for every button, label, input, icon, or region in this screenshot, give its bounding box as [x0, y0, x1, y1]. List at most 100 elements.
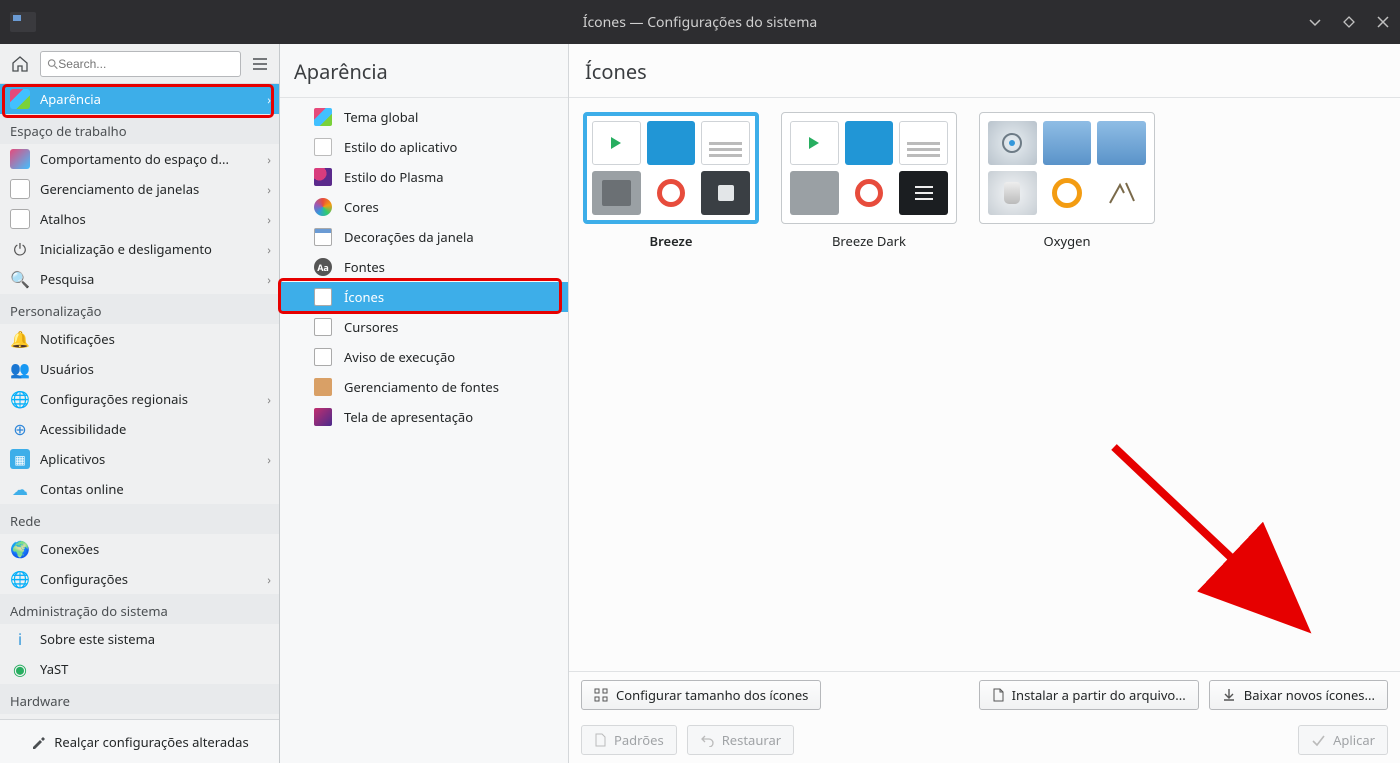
- sidebar-item-icon: 🌐: [10, 569, 30, 589]
- theme-preview-icon: [899, 121, 948, 165]
- chevron-right-icon: ›: [267, 571, 271, 588]
- defaults-button[interactable]: Padrões: [581, 725, 677, 755]
- chevron-right-icon: ›: [267, 91, 271, 108]
- sidebar-item[interactable]: Aparência›: [0, 84, 279, 114]
- sidebar-item-label: Pesquisa: [40, 270, 94, 288]
- sidebar-scroll[interactable]: Aparência›Espaço de trabalhoComportament…: [0, 84, 279, 719]
- chevron-right-icon: ›: [267, 211, 271, 228]
- chevron-right-icon: ›: [267, 181, 271, 198]
- check-icon: [1311, 733, 1325, 747]
- icon-theme-name: Breeze: [650, 232, 693, 250]
- sub-sidebar-item[interactable]: Ícones: [280, 282, 568, 312]
- sub-sidebar-item-icon: [314, 288, 332, 306]
- sidebar-item-icon: ◉: [10, 659, 30, 679]
- sidebar-item[interactable]: 🔍Pesquisa›: [0, 264, 279, 294]
- highlight-changes-row[interactable]: Realçar configurações alteradas: [0, 719, 279, 763]
- sidebar-item[interactable]: ℹSobre este sistema: [0, 624, 279, 654]
- icon-theme-card[interactable]: Breeze: [583, 112, 759, 250]
- theme-preview-icon: [647, 171, 696, 215]
- sidebar-item-icon: [10, 89, 30, 109]
- sub-sidebar-item-label: Cursores: [344, 318, 398, 336]
- sidebar-item-icon: 🔔: [10, 329, 30, 349]
- menu-button[interactable]: [247, 51, 273, 77]
- sub-sidebar-item-label: Gerenciamento de fontes: [344, 378, 499, 396]
- minimize-button[interactable]: [1306, 13, 1324, 31]
- sidebar-item[interactable]: 🌐 Configurações ›: [0, 564, 279, 594]
- search-input[interactable]: [58, 57, 234, 71]
- theme-preview-icon: [592, 171, 641, 215]
- category-header: Espaço de trabalho: [0, 114, 279, 144]
- sidebar-item[interactable]: ▦Aplicativos›: [0, 444, 279, 474]
- icon-theme-card[interactable]: Breeze Dark: [781, 112, 957, 250]
- secondary-sidebar-items: Tema globalEstilo do aplicativoEstilo do…: [280, 98, 568, 432]
- sidebar-item[interactable]: Gerenciamento de janelas ›: [0, 174, 279, 204]
- sub-sidebar-item[interactable]: AaFontes: [280, 252, 568, 282]
- close-button[interactable]: [1374, 13, 1392, 31]
- sidebar-item-icon: ℹ: [10, 629, 30, 649]
- chevron-right-icon: ›: [267, 151, 271, 168]
- theme-preview-icon: [899, 171, 948, 215]
- sub-sidebar-item[interactable]: Tela de apresentação: [280, 402, 568, 432]
- actionbar-bottom: Padrões Restaurar Aplicar: [569, 717, 1400, 763]
- titlebar: Ícones — Configurações do sistema: [0, 0, 1400, 44]
- sidebar-item-label: Acessibilidade: [40, 420, 126, 438]
- download-new-icons-button[interactable]: Baixar novos ícones...: [1209, 680, 1388, 710]
- theme-preview-icon: [1043, 171, 1092, 215]
- sidebar-item-icon: ⏻: [10, 239, 30, 259]
- sidebar-item-label: Comportamento do espaço d...: [40, 150, 229, 168]
- sliders-icon: [594, 688, 608, 702]
- sub-sidebar-item[interactable]: Cursores: [280, 312, 568, 342]
- sidebar-item-label: Usuários: [40, 360, 94, 378]
- sidebar-item-icon: [10, 209, 30, 229]
- sidebar-item-label: Notificações: [40, 330, 115, 348]
- sidebar-item[interactable]: 🌐Configurações regionais›: [0, 384, 279, 414]
- sidebar-item[interactable]: ⏻Inicialização e desligamento›: [0, 234, 279, 264]
- sidebar-item[interactable]: ☁Contas online: [0, 474, 279, 504]
- sub-sidebar-item-label: Aviso de execução: [344, 348, 455, 366]
- icon-theme-card[interactable]: Oxygen: [979, 112, 1155, 250]
- sub-sidebar-item[interactable]: Decorações da janela: [280, 222, 568, 252]
- search-input-wrapper[interactable]: [40, 51, 241, 77]
- file-icon: [992, 688, 1004, 702]
- sidebar-item-label: Gerenciamento de janelas: [40, 180, 199, 198]
- maximize-button[interactable]: [1340, 13, 1358, 31]
- sub-sidebar-item[interactable]: Aviso de execução: [280, 342, 568, 372]
- sidebar-item[interactable]: 👥Usuários: [0, 354, 279, 384]
- apply-button[interactable]: Aplicar: [1298, 725, 1388, 755]
- sub-sidebar-item[interactable]: Tema global: [280, 102, 568, 132]
- sub-sidebar-item-icon: [314, 108, 332, 126]
- sidebar-item[interactable]: ◉ YaST: [0, 654, 279, 684]
- icon-theme-name: Oxygen: [1043, 232, 1090, 250]
- home-button[interactable]: [6, 50, 34, 78]
- install-from-file-label: Instalar a partir do arquivo...: [1012, 686, 1186, 704]
- sidebar-item[interactable]: Comportamento do espaço d... ›: [0, 144, 279, 174]
- sub-sidebar-item[interactable]: Estilo do Plasma: [280, 162, 568, 192]
- sidebar-item-icon: [10, 149, 30, 169]
- theme-preview-icon: [1043, 121, 1092, 165]
- secondary-sidebar-title: Aparência: [280, 44, 568, 98]
- install-from-file-button[interactable]: Instalar a partir do arquivo...: [979, 680, 1199, 710]
- highlight-icon: [30, 734, 46, 750]
- category-header: Hardware: [0, 684, 279, 714]
- restore-button[interactable]: Restaurar: [687, 725, 794, 755]
- primary-sidebar: Aparência›Espaço de trabalhoComportament…: [0, 44, 280, 763]
- sidebar-item-label: YaST: [40, 660, 68, 678]
- sidebar-item-label: Configurações: [40, 570, 128, 588]
- sidebar-item[interactable]: 🔔 Notificações: [0, 324, 279, 354]
- sidebar-item-label: Contas online: [40, 480, 124, 498]
- sub-sidebar-item[interactable]: Gerenciamento de fontes: [280, 372, 568, 402]
- sidebar-item[interactable]: 🌍Conexões: [0, 534, 279, 564]
- sidebar-item-icon: [10, 179, 30, 199]
- icon-theme-thumbnail: [781, 112, 957, 224]
- main-panel: Ícones BreezeBreeze DarkOxygen Configura…: [569, 44, 1400, 763]
- sidebar-item[interactable]: Atalhos›: [0, 204, 279, 234]
- configure-icon-sizes-label: Configurar tamanho dos ícones: [616, 686, 808, 704]
- sub-sidebar-item[interactable]: Estilo do aplicativo: [280, 132, 568, 162]
- theme-preview-icon: [647, 121, 696, 165]
- sidebar-item[interactable]: ⊕Acessibilidade: [0, 414, 279, 444]
- sub-sidebar-item-label: Tela de apresentação: [344, 408, 473, 426]
- configure-icon-sizes-button[interactable]: Configurar tamanho dos ícones: [581, 680, 821, 710]
- sub-sidebar-item-icon: [314, 138, 332, 156]
- actionbar-top: Configurar tamanho dos ícones Instalar a…: [569, 671, 1400, 717]
- sub-sidebar-item[interactable]: Cores: [280, 192, 568, 222]
